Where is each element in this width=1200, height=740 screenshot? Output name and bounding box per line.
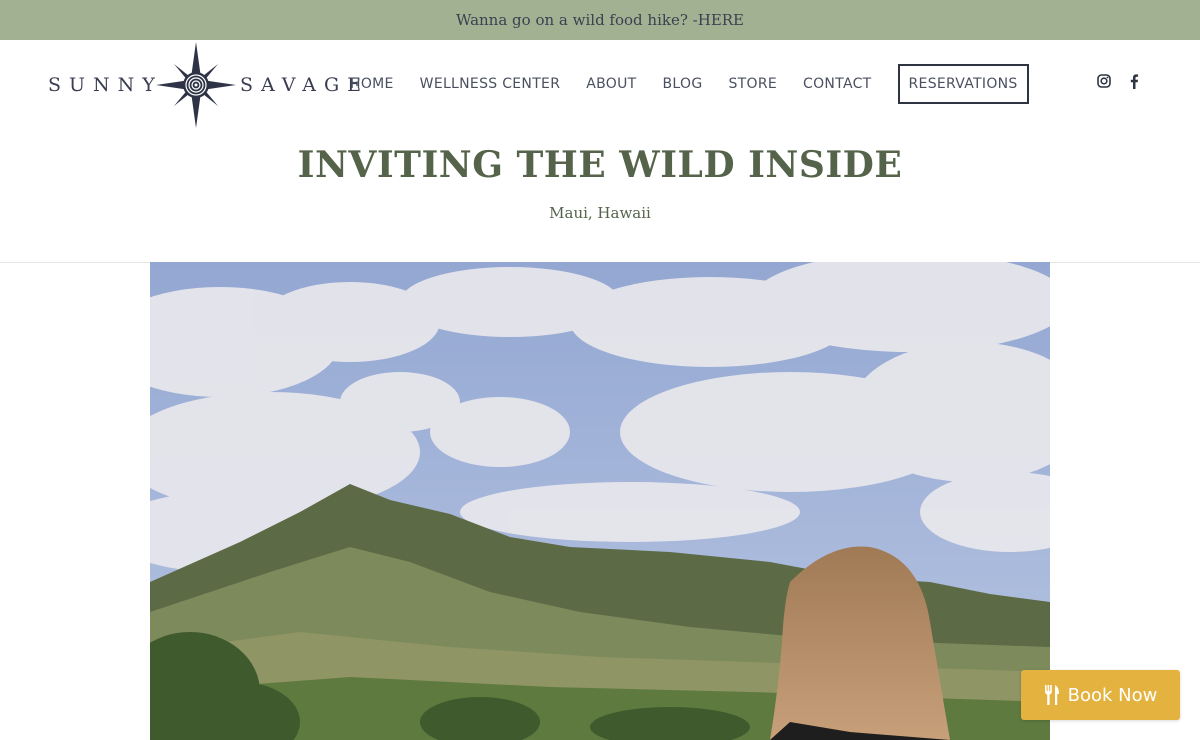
- site-header: SUNNY SAVAGE HOME WELLNESS CENTER ABOUT …: [0, 40, 1200, 128]
- nav-item-home[interactable]: HOME: [350, 76, 394, 92]
- hero-photo: [150, 262, 1050, 740]
- nav-item-wellness-center[interactable]: WELLNESS CENTER: [420, 76, 561, 92]
- logo-word-sunny: SUNNY: [48, 74, 163, 96]
- page-subtitle: Maui, Hawaii: [549, 204, 651, 222]
- compass-star-icon: [156, 42, 236, 128]
- page-title: INVITING THE WILD INSIDE: [297, 144, 903, 186]
- fork-knife-icon: [1044, 685, 1060, 705]
- site-logo[interactable]: SUNNY SAVAGE: [48, 42, 363, 128]
- announcement-bar: Wanna go on a wild food hike? - HERE: [0, 0, 1200, 40]
- announcement-link[interactable]: HERE: [698, 11, 744, 29]
- facebook-icon: [1130, 74, 1139, 89]
- instagram-icon: [1097, 74, 1111, 88]
- book-now-label: Book Now: [1067, 684, 1158, 706]
- announcement-text: Wanna go on a wild food hike? -: [455, 11, 698, 29]
- facebook-link[interactable]: [1129, 74, 1139, 89]
- nav-item-contact[interactable]: CONTACT: [803, 76, 872, 92]
- main-nav: HOME WELLNESS CENTER ABOUT BLOG STORE CO…: [350, 40, 1029, 128]
- nav-item-about[interactable]: ABOUT: [586, 76, 636, 92]
- nav-item-store[interactable]: STORE: [728, 76, 777, 92]
- reservations-button[interactable]: RESERVATIONS: [897, 64, 1029, 104]
- instagram-link[interactable]: [1097, 74, 1111, 88]
- nav-item-blog[interactable]: BLOG: [663, 76, 703, 92]
- book-now-button[interactable]: Book Now: [1021, 670, 1180, 720]
